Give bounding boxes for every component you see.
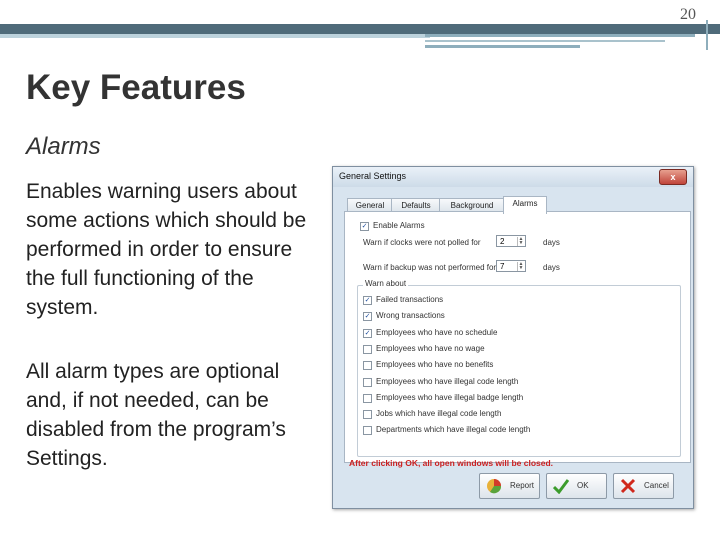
warn-item-checkbox[interactable]: [363, 426, 372, 436]
warn-item-label: Departments which have illegal code leng…: [376, 425, 531, 435]
dialog-titlebar: General Settings x: [333, 167, 693, 187]
tab-alarms[interactable]: Alarms: [503, 196, 547, 214]
header-tick: [706, 20, 708, 50]
checkmark-icon: [553, 479, 569, 494]
spinner-icon[interactable]: ▲ ▼: [517, 237, 524, 246]
close-button[interactable]: x: [659, 169, 687, 185]
warn-item-label: Employees who have illegal badge length: [376, 392, 524, 402]
warn-item-checkbox[interactable]: [363, 361, 372, 371]
clocks-days-value: 2: [500, 237, 505, 246]
warn-item-checkbox[interactable]: [363, 393, 372, 403]
cancel-x-icon: [620, 478, 636, 494]
warn-item-checkbox[interactable]: [363, 344, 372, 354]
warn-item-label: Wrong transactions: [376, 311, 445, 321]
slide-subtitle: Alarms: [26, 133, 101, 160]
warn-item-label: Jobs which have illegal code length: [376, 409, 502, 419]
general-settings-dialog: General Settings x General Defaults Back…: [332, 166, 694, 509]
ok-label: OK: [577, 481, 589, 490]
warn-item-checkbox[interactable]: ✓: [363, 312, 372, 322]
description-paragraph: All alarm types are optional and, if not…: [26, 360, 286, 470]
warn-about-title: Warn about: [363, 279, 409, 288]
header-accent-bar: [0, 34, 430, 38]
backup-days-unit: days: [543, 263, 560, 272]
clocks-days-input[interactable]: 2 ▲ ▼: [496, 235, 526, 247]
warn-clocks-label: Warn if clocks were not polled for: [363, 238, 481, 247]
ok-button[interactable]: OK: [546, 473, 607, 499]
clocks-days-unit: days: [543, 238, 560, 247]
warn-item-label: Employees who have no schedule: [376, 327, 498, 337]
enable-alarms-checkbox[interactable]: ✓: [360, 222, 369, 231]
warn-item-label: Employees who have illegal code length: [376, 376, 519, 386]
dialog-title: General Settings: [339, 171, 407, 181]
cancel-button[interactable]: Cancel: [613, 473, 674, 499]
header-line: [425, 45, 580, 48]
warn-item-label: Failed transactions: [376, 295, 444, 304]
header-bar: [0, 24, 720, 34]
cancel-label: Cancel: [644, 481, 669, 490]
page-number: 20: [680, 6, 696, 23]
warning-message: After clicking OK, all open windows will…: [349, 458, 554, 468]
report-button[interactable]: Report: [479, 473, 540, 499]
spinner-icon[interactable]: ▲ ▼: [517, 262, 524, 271]
warn-backup-label: Warn if backup was not performed for: [363, 263, 497, 272]
pie-chart-icon: [487, 479, 502, 494]
close-icon: x: [670, 172, 676, 182]
backup-days-input[interactable]: 7 ▲ ▼: [496, 260, 526, 272]
header-line: [425, 34, 695, 37]
report-label: Report: [510, 481, 535, 490]
warn-item-checkbox[interactable]: [363, 410, 372, 420]
header-line: [425, 40, 665, 42]
description-paragraph: Enables warning users about some actions…: [26, 180, 307, 319]
warn-item-checkbox[interactable]: ✓: [363, 328, 372, 338]
warn-item-label: Employees who have no benefits: [376, 360, 494, 370]
warn-item-checkbox[interactable]: ✓: [363, 296, 372, 305]
slide-title: Key Features: [26, 68, 246, 107]
backup-days-value: 7: [500, 262, 505, 271]
warn-item-checkbox[interactable]: [363, 377, 372, 387]
warn-item-label: Employees who have no wage: [376, 343, 485, 353]
enable-alarms-label: Enable Alarms: [373, 221, 425, 230]
